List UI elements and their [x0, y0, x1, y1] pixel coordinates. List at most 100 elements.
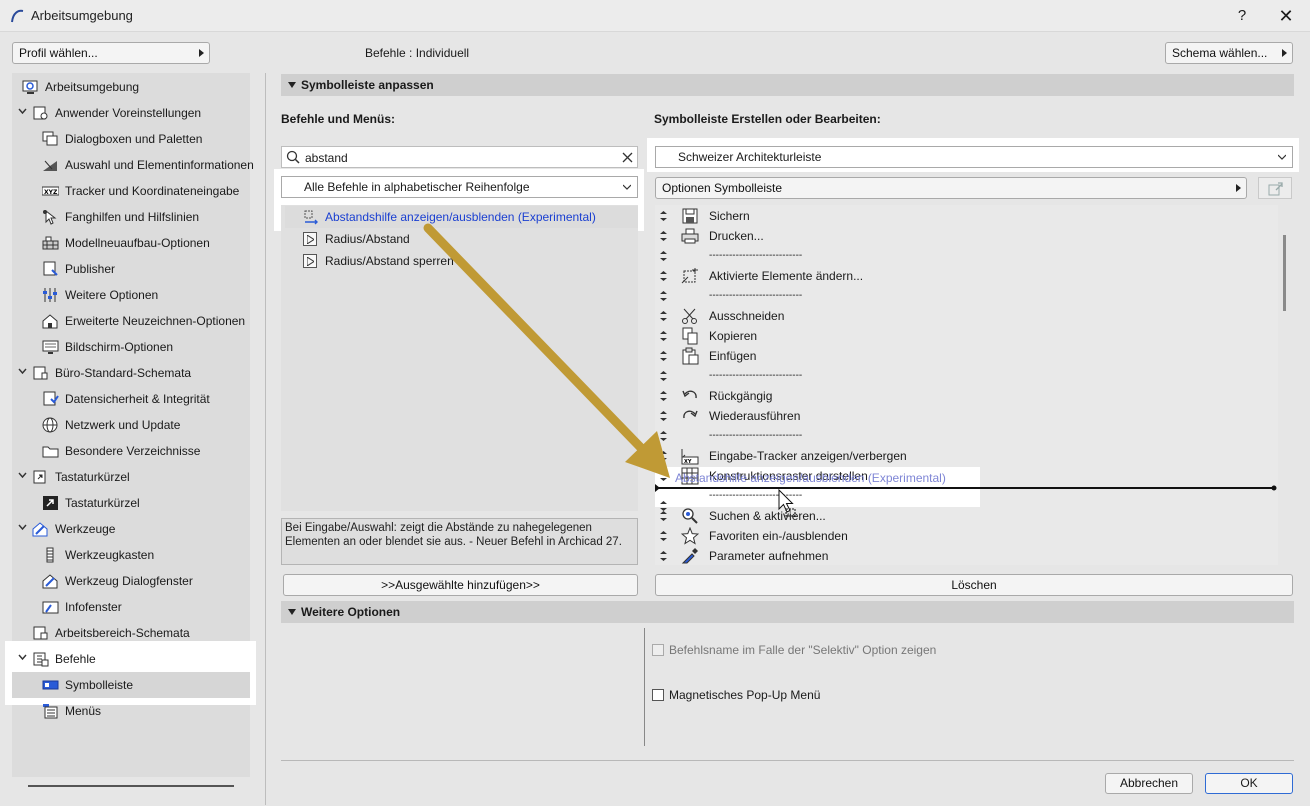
toolbar-rows: Sichern Drucken... ---------------------…	[655, 206, 1278, 564]
checkbox[interactable]	[652, 644, 664, 656]
drag-handle-icon[interactable]	[660, 551, 667, 561]
triangle-down-icon	[288, 609, 296, 615]
drag-handle-icon[interactable]	[660, 531, 667, 541]
sidebar-item-label: Datensicherheit & Integrität	[65, 392, 210, 406]
export-toolbar-button[interactable]	[1258, 177, 1292, 199]
play-icon	[303, 254, 317, 268]
toolbar-item-row[interactable]: Kopieren	[655, 326, 1275, 346]
option-show-command-name[interactable]: Befehlsname im Falle der "Selektiv" Opti…	[652, 643, 1252, 659]
toolbar-item-row[interactable]: Parameter aufnehmen	[655, 546, 1275, 564]
toolbar-item-row[interactable]: Rückgängig	[655, 386, 1275, 406]
checkbox[interactable]	[652, 689, 664, 701]
sliders-icon	[43, 288, 57, 302]
folder-icon	[42, 446, 59, 458]
list-item-label: Radius/Abstand	[325, 232, 410, 246]
sidebar-item-label: Modellneuaufbau-Optionen	[65, 236, 210, 250]
toolbar-item-row[interactable]: Aktivierte Elemente ändern...	[655, 266, 1275, 286]
sidebar-item-label: Infofenster	[65, 600, 122, 614]
toolbar-item-row[interactable]: Drucken...	[655, 226, 1275, 246]
svg-text:XYZ: XYZ	[44, 189, 58, 196]
dialog-icon	[42, 131, 58, 146]
sidebar-item-label: Arbeitsumgebung	[45, 80, 140, 94]
tools-icon	[32, 522, 48, 537]
profile-select-button[interactable]: Profil wählen...	[12, 42, 210, 64]
options-divider	[644, 628, 645, 746]
toolbar-item-row[interactable]: Wiederausführen	[655, 406, 1275, 426]
sidebar-item-label: Tastaturkürzel	[55, 470, 130, 484]
sidebar-item-label: Dialogboxen und Paletten	[65, 132, 203, 146]
shortcut-arrow-icon	[43, 496, 58, 510]
toolbar-item-row[interactable]: Einfügen	[655, 346, 1275, 366]
toolbar-separator-row[interactable]: ----------------------------	[655, 366, 1275, 386]
commands-scheme-label: Befehle : Individuell	[365, 46, 470, 60]
search-input[interactable]: abstand	[305, 151, 348, 165]
toolbar-select[interactable]: Schweizer Architekturleiste	[655, 146, 1293, 168]
toolbar-item-label: Favoriten ein-/ausblenden	[709, 529, 848, 543]
distance-guide-icon	[304, 210, 318, 225]
cancel-button[interactable]: Abbrechen	[1105, 773, 1193, 794]
search-field[interactable]: abstand	[281, 146, 638, 168]
scissors-icon	[682, 308, 697, 324]
toolbar-select-value: Schweizer Architekturleiste	[678, 150, 822, 164]
separator-label: ----------------------------	[709, 370, 803, 381]
toolbar-item-row[interactable]: Ausschneiden	[655, 306, 1275, 326]
cursor-icon	[778, 489, 796, 517]
data-safety-icon	[43, 391, 59, 406]
chevron-down-icon	[623, 184, 631, 190]
toolbar-item-label: Eingabe-Tracker anzeigen/verbergen	[709, 449, 907, 463]
window-title: Arbeitsumgebung	[31, 8, 133, 23]
section-title: Symbolleiste anpassen	[301, 78, 434, 92]
ok-button[interactable]: OK	[1205, 773, 1293, 794]
filter-select[interactable]: Alle Befehle in alphabetischer Reihenfol…	[281, 176, 638, 198]
sidebar-item-label: Auswahl und Elementinformationen	[65, 158, 254, 172]
office-standard-icon	[33, 366, 48, 380]
option-magnetic-popup[interactable]: Magnetisches Pop-Up Menü	[652, 688, 1252, 704]
toolbar-item-row[interactable]: Sichern	[655, 206, 1275, 226]
save-icon	[682, 208, 698, 224]
delete-button[interactable]: Löschen	[655, 574, 1293, 596]
drag-arrow-annotation	[423, 223, 670, 478]
sidebar-item-label: Publisher	[65, 262, 116, 276]
toolbar-options-button[interactable]: Optionen Symbolleiste	[655, 177, 1247, 199]
add-selected-button[interactable]: >>Ausgewählte hinzufügen>>	[283, 574, 638, 596]
separator-label: ----------------------------	[709, 430, 803, 441]
user-settings-icon	[33, 106, 48, 120]
sidebar-item-label: Netzwerk und Update	[65, 418, 181, 432]
shortcut-group-icon	[33, 470, 46, 484]
section-title: Weitere Optionen	[301, 605, 401, 619]
toolbar-item-row[interactable]: XY Eingabe-Tracker anzeigen/verbergen	[655, 446, 1275, 466]
toolbar-list-scrollbar[interactable]	[1283, 235, 1286, 311]
chevron-down-icon	[1278, 154, 1286, 160]
sidebar-scrollbar[interactable]	[28, 785, 234, 787]
filter-select-value: Alle Befehle in alphabetischer Reihenfol…	[304, 180, 530, 194]
separator-label: ----------------------------	[709, 290, 803, 301]
toolbar-item-label: Sichern	[709, 209, 750, 223]
schema-select-button[interactable]: Schema wählen...	[1165, 42, 1293, 64]
toolbar-separator-row[interactable]: ----------------------------	[655, 286, 1275, 306]
toolbar-item-row[interactable]: Favoriten ein-/ausblenden	[655, 526, 1275, 546]
panel-divider	[265, 73, 266, 805]
toolbar-item-label: Parameter aufnehmen	[709, 549, 829, 563]
toolbar-item-label: Ausschneiden	[709, 309, 785, 323]
sidebar-item-label: Fanghilfen und Hilfslinien	[65, 210, 200, 224]
toolbar-separator-row[interactable]: ----------------------------	[655, 426, 1275, 446]
toolbar-item-row[interactable]: Suchen & aktivieren...	[655, 506, 1275, 526]
option-label: Befehlsname im Falle der "Selektiv" Opti…	[669, 643, 937, 657]
chevron-down-icon	[18, 472, 27, 479]
workspace-scheme-icon	[33, 626, 48, 640]
transform-icon	[681, 268, 698, 284]
eyedropper-icon	[681, 548, 698, 564]
toolbar-separator-row[interactable]: ----------------------------	[655, 246, 1275, 266]
chevron-down-icon	[18, 524, 27, 531]
drag-handle-icon[interactable]	[660, 511, 667, 521]
clear-icon[interactable]	[622, 152, 633, 163]
xyz-icon: XYZ	[42, 186, 59, 196]
triangle-down-icon	[288, 82, 296, 88]
info-box-icon	[42, 601, 59, 614]
close-button[interactable]: ✕	[1274, 5, 1298, 27]
toolbar-item-label: Einfügen	[709, 349, 757, 363]
help-button[interactable]: ?	[1232, 5, 1252, 27]
section-header-symbolleiste[interactable]: Symbolleiste anpassen	[281, 74, 1294, 96]
section-header-weitere[interactable]: Weitere Optionen	[281, 601, 1294, 623]
export-icon	[1268, 182, 1283, 196]
